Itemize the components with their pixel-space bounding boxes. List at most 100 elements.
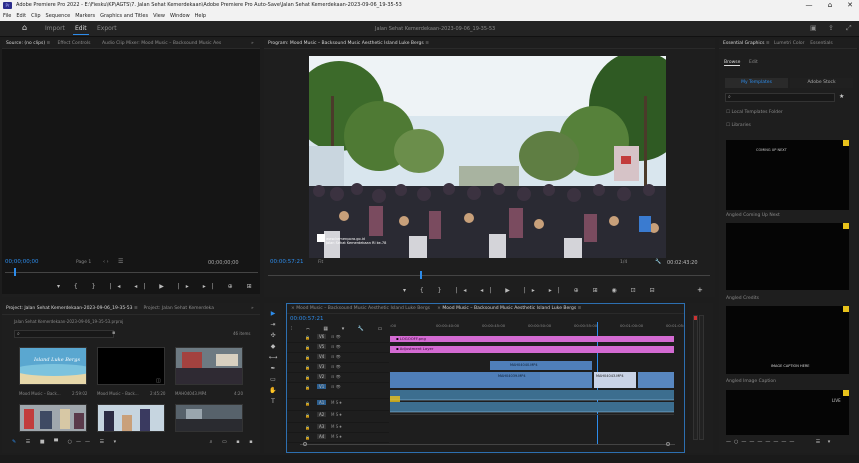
clip-logo[interactable]: ▪ LOGOOFF.png [390, 336, 674, 342]
track-label[interactable]: V4 [317, 354, 327, 359]
pen-tool-icon[interactable]: ✒ [267, 363, 279, 374]
tab-import[interactable]: Import [45, 25, 65, 32]
audio-clip-a2[interactable] [390, 402, 674, 413]
track-label[interactable]: V2 [317, 374, 327, 379]
project-thumb-5[interactable] [97, 404, 165, 432]
track-visibility-icon[interactable]: ⊟ 👁 [331, 364, 341, 369]
page-arrows-icon[interactable]: ‹ › [103, 259, 109, 265]
menu-window[interactable]: Window [170, 11, 190, 21]
menu-clip[interactable]: Clip [31, 11, 40, 21]
resolution-select[interactable]: 1/4 [620, 260, 627, 265]
track-mute-solo[interactable]: M S ⏺ [331, 412, 342, 417]
project-overflow-icon[interactable]: » [251, 303, 254, 315]
tab-effect-controls[interactable]: Effect Controls [57, 41, 90, 46]
project-thumb-4[interactable] [19, 404, 87, 432]
rectangle-tool-icon[interactable]: ▭ [267, 374, 279, 385]
tab-edit[interactable]: Edit [75, 25, 87, 32]
maximize-button[interactable]: ⌂ [820, 0, 840, 11]
home-icon[interactable]: ⌂ [22, 23, 27, 32]
workspaces-icon[interactable]: ▣ [810, 24, 817, 32]
mute-toggle[interactable]: M [331, 400, 334, 405]
track-label[interactable]: A3 [317, 424, 327, 429]
templates-search-input[interactable]: ⌕ [725, 93, 835, 102]
mute-toggle[interactable]: M [331, 434, 334, 439]
track-lock-icon[interactable]: 🔒 [305, 425, 310, 430]
track-mute-solo[interactable]: M S ⏺ [331, 400, 342, 405]
slip-tool-icon[interactable]: ⟷ [267, 352, 279, 363]
track-label[interactable]: A2 [317, 412, 327, 417]
adobe-stock-button[interactable]: Adobe Stock [790, 78, 853, 88]
template-thumb-1[interactable]: COMING UP NEXT [726, 140, 849, 210]
track-lock-icon[interactable]: 🔒 [305, 413, 310, 418]
track-visibility-icon[interactable]: ⊟ 👁 [331, 334, 341, 339]
track-lock-icon[interactable]: 🔒 [305, 435, 310, 440]
scroll-handle-left[interactable] [303, 442, 307, 446]
mute-toggle[interactable]: M [331, 412, 334, 417]
program-video-frame[interactable] [309, 56, 666, 258]
track-select-tool-icon[interactable]: ⇥ [267, 319, 279, 330]
menu-graphics-and-titles[interactable]: Graphics and Titles [100, 11, 148, 21]
tab-program[interactable]: Program: Mood Music – Backsound Music Ae… [268, 41, 424, 46]
tab-sequence-1[interactable]: Mood Music – Backsound Music Aesthetic I… [296, 306, 430, 311]
track-header[interactable]: 🔒 A2 M S ⏺ [287, 411, 389, 423]
track-header[interactable]: 🔒 V5 ⊟ 👁 [287, 343, 389, 353]
project-search-input[interactable]: ⌕ [14, 330, 114, 338]
type-tool-icon[interactable]: T [267, 396, 279, 407]
solo-toggle[interactable]: S [336, 412, 339, 417]
settings-wrench-icon[interactable]: 🔧 [655, 259, 661, 265]
selection-tool-icon[interactable]: ▶ [267, 308, 279, 319]
track-lock-icon[interactable]: 🔒 [305, 385, 310, 390]
tab-export[interactable]: Export [97, 25, 117, 32]
track-header[interactable]: 🔒 V1 ⊟ 👁 [287, 383, 389, 399]
track-header[interactable]: 🔒 V2 ⊟ 👁 [287, 373, 389, 383]
source-timecode[interactable]: 00;00;00;00 [5, 259, 39, 265]
track-label[interactable]: V1 [317, 384, 327, 389]
clip-adjustment-layer[interactable]: ▪ Adjustment Layer [390, 346, 674, 353]
timeline-scrollbar[interactable] [300, 442, 675, 449]
menu-view[interactable]: View [153, 11, 165, 21]
audio-clip-a1[interactable] [390, 390, 674, 404]
track-lock-icon[interactable]: 🔒 [305, 365, 310, 370]
track-visibility-icon[interactable]: ⊟ 👁 [331, 354, 341, 359]
clip-v1-a[interactable]: MAH04039.MP4 [390, 372, 540, 388]
tab-browse[interactable]: Browse [724, 60, 741, 66]
track-visibility-icon[interactable]: ⊟ 👁 [331, 344, 341, 349]
template-thumb-4[interactable]: LIVE [726, 390, 849, 435]
mute-toggle[interactable]: M [331, 424, 334, 429]
track-header[interactable]: 🔒 V4 ⊟ 👁 [287, 353, 389, 363]
solo-toggle[interactable]: S [336, 424, 339, 429]
list-view-icon[interactable]: ☰ [118, 258, 123, 265]
clip-v1-selected[interactable]: MAH04043.MP4 [594, 372, 636, 388]
eg-footer[interactable]: —○——————— ☰ ▾ ⊡ [726, 439, 859, 445]
ripple-edit-tool-icon[interactable]: ✣ [267, 330, 279, 341]
source-page-select[interactable]: Page 1 [76, 260, 91, 265]
track-lock-icon[interactable]: 🔒 [305, 401, 310, 406]
share-icon[interactable]: ⇪ [828, 24, 834, 32]
close-button[interactable]: ✕ [840, 0, 859, 11]
hand-tool-icon[interactable]: ✋ [267, 385, 279, 396]
razor-tool-icon[interactable]: ◆ [267, 341, 279, 352]
scroll-handle-right[interactable] [666, 442, 670, 446]
tab-source[interactable]: Source: (no clips) [6, 41, 45, 46]
tab-lumetri-color[interactable]: Lumetri Color [774, 41, 804, 46]
track-mute-solo[interactable]: M S ⏺ [331, 424, 342, 429]
clip-v1-c[interactable] [638, 372, 674, 388]
menu-edit[interactable]: Edit [16, 11, 26, 21]
expand-icon[interactable]: ⤢ [846, 24, 852, 33]
timeline-ruler[interactable]: :00 00:00:40:00 00:00:45:00 00:00:50:00 00:0… [390, 322, 684, 332]
source-transport-controls[interactable]: ▾ { } |◂ ◂| ▶ |▸ ▸| ⊕ ⊞ ◉ + [57, 283, 296, 290]
favorites-star-icon[interactable]: ★ [839, 93, 844, 100]
template-thumb-2[interactable] [726, 223, 849, 290]
solo-toggle[interactable]: S [336, 400, 339, 405]
solo-toggle[interactable]: S [336, 434, 339, 439]
track-lock-icon[interactable]: 🔒 [305, 345, 310, 350]
track-visibility-icon[interactable]: ⊟ 👁 [331, 374, 341, 379]
tool-icons[interactable]: ▶ ⇥ ✣ ◆ ⟷ ✒ ▭ ✋ T [267, 308, 279, 407]
source-scrub-bar[interactable] [5, 268, 258, 276]
track-header[interactable]: 🔒 A3 M S ⏺ [287, 423, 389, 433]
project-thumb-3[interactable] [175, 347, 243, 385]
project-thumb-6[interactable] [175, 404, 243, 432]
project-thumb-1[interactable]: Island Luke Bergs [19, 347, 87, 385]
program-transport-controls[interactable]: ▾ { } |◂ ◂| ▶ |▸ ▸| ⊕ ⊞ ◉ ⊡ ⊟ [403, 287, 661, 294]
my-templates-button[interactable]: My Templates [725, 78, 788, 88]
